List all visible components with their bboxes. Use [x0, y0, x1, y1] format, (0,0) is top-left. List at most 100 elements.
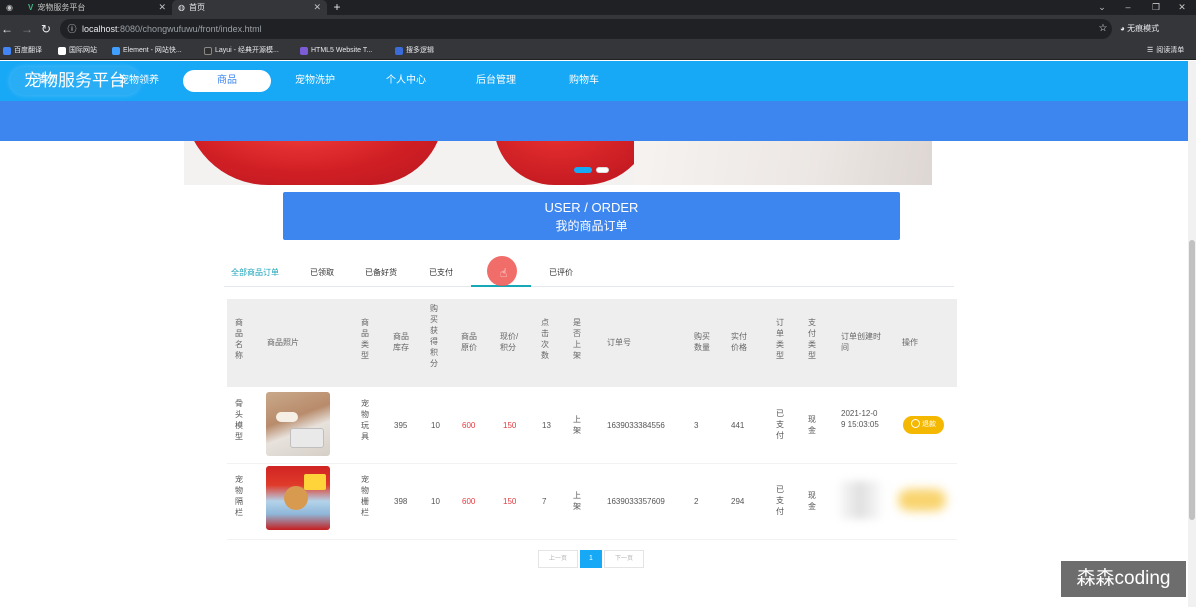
page-viewport: 宠物服务平台 首页 宠物领养 商品 宠物洗护 个人中心 后台管理 购物车 USE…: [0, 61, 1188, 607]
tab-search-icon[interactable]: ⌄: [1088, 0, 1116, 15]
order-banner-subtitle: 我的商品订单: [555, 219, 628, 233]
current-price: 150: [503, 497, 517, 506]
col-header: 点击次数: [541, 318, 549, 360]
original-price: 600: [462, 421, 476, 430]
nav-pet-grooming[interactable]: 宠物洗护: [284, 70, 346, 92]
product-photo[interactable]: [266, 466, 330, 530]
tab-ready[interactable]: 已备好货: [356, 261, 406, 286]
refund-button[interactable]: 退款: [903, 416, 944, 434]
bookmark-item[interactable]: HTML5 Website T...: [300, 45, 372, 57]
close-icon[interactable]: ✕: [158, 2, 166, 13]
bookmark-star-icon[interactable]: ☆: [1096, 20, 1110, 38]
bookmark-item[interactable]: Element - 网站快...: [112, 45, 182, 57]
flag-icon: [58, 47, 66, 55]
nav-cart[interactable]: 购物车: [553, 70, 615, 92]
blurred-action-button[interactable]: [898, 489, 946, 511]
minimize-icon[interactable]: –: [1114, 0, 1142, 15]
nav-home[interactable]: 首页: [20, 70, 76, 92]
html5-icon: [300, 47, 308, 55]
product-type: 宠物玩具: [361, 399, 369, 441]
bookmark-icon: [3, 47, 11, 55]
blurred-created-time: [835, 481, 885, 519]
search-logic-icon: [395, 47, 403, 55]
hand-cursor-icon: ☝: [500, 266, 508, 280]
nav-personal-center[interactable]: 个人中心: [375, 70, 437, 92]
close-icon[interactable]: ✕: [313, 2, 321, 13]
col-header: 订单创建时间: [841, 332, 881, 352]
col-header: 订单类型: [776, 318, 784, 360]
element-icon: [112, 47, 120, 55]
info-icon[interactable]: ⓘ: [65, 20, 79, 38]
bookmark-item[interactable]: Layui - 经典开源模...: [204, 45, 279, 57]
bookmark-item[interactable]: 搜多逻辑: [395, 45, 434, 57]
window-close-icon[interactable]: ✕: [1168, 0, 1196, 15]
order-banner: USER / ORDER 我的商品订单: [283, 192, 900, 240]
reading-list-icon: ☰: [1147, 47, 1154, 54]
tab-received[interactable]: 已领取: [300, 261, 344, 286]
product-name: 骨头模型: [235, 399, 243, 441]
col-header: 支付类型: [808, 318, 816, 360]
carousel-dot[interactable]: [596, 167, 609, 173]
order-type: 已支付: [776, 409, 784, 440]
col-header: 购买数量: [694, 332, 710, 352]
nav-products[interactable]: 商品: [183, 70, 271, 92]
nav-admin[interactable]: 后台管理: [465, 70, 527, 92]
tab-paid[interactable]: 已支付: [420, 261, 462, 286]
order-number: 1639033357609: [607, 497, 665, 506]
points: 10: [431, 421, 440, 430]
url-text[interactable]: localhost:8080/chongwufuwu/front/index.h…: [82, 22, 262, 36]
bookmark-item[interactable]: 百度翻译: [3, 45, 42, 57]
on-shelf: 上架: [573, 415, 581, 435]
tab-all-orders[interactable]: 全部商品订单: [224, 261, 286, 286]
browser-tab-1[interactable]: V 宠物服务平台 ✕: [22, 0, 172, 15]
quantity: 2: [694, 497, 699, 506]
click-count: 7: [542, 497, 547, 506]
col-header: 订单号: [607, 338, 631, 347]
table-row[interactable]: 骨头模型 宠物玩具 395 10 600 150 13 上架 163903338…: [227, 388, 957, 464]
tab-reviewed[interactable]: 已评价: [540, 261, 582, 286]
next-page-button[interactable]: 下一页: [604, 550, 644, 568]
order-banner-title: USER / ORDER: [544, 200, 639, 215]
reload-icon[interactable]: ↻: [39, 20, 53, 38]
pay-type: 现金: [808, 415, 816, 435]
order-tabs: 全部商品订单 已领取 已备好货 已支付 已评价: [224, 261, 954, 287]
incognito-profile[interactable]: ◕ 无痕模式: [1120, 20, 1159, 38]
scrollbar-thumb[interactable]: [1189, 240, 1195, 520]
circle-icon: [911, 419, 920, 428]
col-header: 商品原价: [461, 332, 477, 352]
pay-type: 现金: [808, 491, 816, 511]
watermark: 森森coding: [1061, 561, 1186, 597]
layui-icon: [204, 47, 212, 55]
nav-pet-adoption[interactable]: 宠物领养: [108, 70, 170, 92]
back-icon[interactable]: ←: [0, 20, 14, 38]
new-tab-button[interactable]: +: [331, 0, 343, 15]
created-time: 2021-12-09 15:03:05: [841, 409, 879, 429]
browser-tab-2[interactable]: ◍ 首页 ✕: [172, 0, 327, 15]
carousel-image[interactable]: [184, 141, 932, 185]
order-number: 1639033384556: [607, 421, 665, 430]
browser-tab-title: 宠物服务平台: [37, 3, 86, 12]
col-header: 商品照片: [267, 338, 299, 347]
original-price: 600: [462, 497, 476, 506]
carousel-dot-active[interactable]: [574, 167, 592, 173]
product-stock: 398: [394, 497, 408, 506]
col-header: 是否上架: [573, 318, 581, 360]
product-name: 宠物隔栏: [235, 475, 243, 517]
forward-icon[interactable]: →: [20, 20, 34, 38]
restore-icon[interactable]: ❐: [1142, 0, 1170, 15]
browser-menu-icon[interactable]: ◉: [0, 0, 20, 15]
col-header: 购买获得积分: [430, 304, 438, 368]
product-photo[interactable]: [266, 392, 330, 456]
globe-icon: ◍: [178, 3, 185, 12]
reading-list[interactable]: ☰ 阅读清单: [1147, 45, 1184, 57]
product-stock: 395: [394, 421, 408, 430]
prev-page-button[interactable]: 上一页: [538, 550, 578, 568]
paid-amount: 441: [731, 421, 745, 430]
browser-tab-title: 首页: [188, 3, 205, 12]
bookmark-item[interactable]: 国际网站: [58, 45, 97, 57]
page-1-button[interactable]: 1: [580, 550, 602, 568]
col-header: 操作: [902, 338, 918, 347]
vue-icon: V: [28, 3, 34, 12]
col-header: 实付价格: [731, 332, 747, 352]
paid-amount: 294: [731, 497, 745, 506]
